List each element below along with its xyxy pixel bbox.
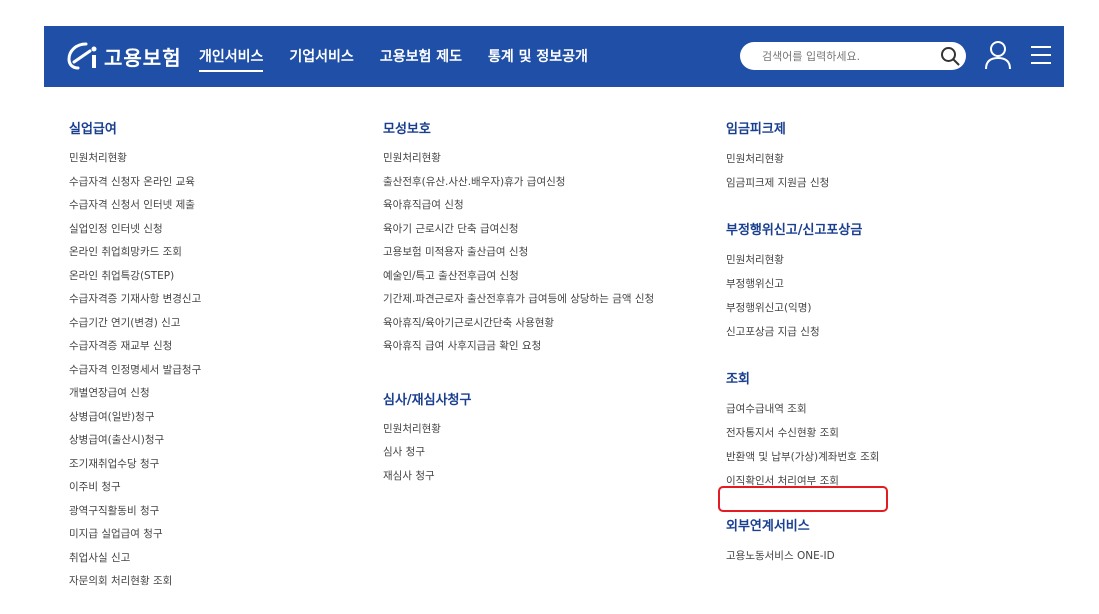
search-input[interactable] [760,48,934,64]
search-box [740,42,966,70]
highlight-box [718,486,888,512]
nav-insurance-system[interactable]: 고용보험 제도 [380,46,462,72]
menu-group: 모성보호민원처리현황 출산전후(유산.사산.배우자)휴가 급여신청 육아휴직급여 신… [383,118,654,359]
logo[interactable]: 고용보험 [66,40,182,72]
menu-link[interactable]: 민원처리현황 [383,147,654,171]
nav-statistics[interactable]: 통계 및 정보공개 [488,46,588,72]
menu-link[interactable]: 개별연장급여 신청 [69,382,201,406]
menu-group: 임금피크제민원처리현황 임금피크제 지원금 신청 [726,118,879,195]
menu-group-title[interactable]: 모성보호 [383,118,654,137]
menu-link[interactable]: 온라인 취업특강(STEP) [69,265,201,289]
menu-link[interactable]: 심사 청구 [383,441,654,465]
menu-column-3: 임금피크제 민원처리현황 임금피크제 지원금 신청 부정행위신고/신고포상금 민원처리현… [726,118,879,588]
menu-link[interactable]: 수급자격 신청자 온라인 교육 [69,171,201,195]
hamburger-menu-icon[interactable] [1028,42,1054,68]
menu-group-title[interactable]: 조회 [726,368,879,387]
menu-link[interactable]: 광역구직활동비 청구 [69,500,201,524]
menu-link[interactable]: 부정행위신고 [726,272,879,296]
menu-link[interactable]: 기간제.파견근로자 출산전후휴가 급여등에 상당하는 금액 신청 [383,288,654,312]
menu-link[interactable]: 육아기 근로시간 단축 급여신청 [383,218,654,242]
menu-group: 부정행위신고/신고포상금민원처리현황 부정행위신고 부정행위신고(익명) 신고포상금 … [726,219,879,344]
menu-link[interactable]: 상병급여(일반)청구 [69,406,201,430]
menu-link[interactable]: 민원처리현황 [69,147,201,171]
menu-group-title[interactable]: 임금피크제 [726,118,879,137]
nav-personal-service[interactable]: 개인서비스 [199,46,264,72]
menu-link[interactable]: 수급기간 연기(변경) 신고 [69,312,201,336]
menu-link[interactable]: 수급자격증 재교부 신청 [69,335,201,359]
menu-link[interactable]: 출산전후(유산.사산.배우자)휴가 급여신청 [383,171,654,195]
site-header: 고용보험 개인서비스 기업서비스 고용보험 제도 통계 및 정보공개 [44,26,1064,87]
menu-link[interactable]: 상병급여(출산시)청구 [69,429,201,453]
menu-link[interactable]: 재심사 청구 [383,465,654,489]
menu-link[interactable]: 급여수급내역 조회 [726,397,879,421]
menu-link[interactable]: 수급자격증 기재사항 변경신고 [69,288,201,312]
menu-group: 심사/재심사청구민원처리현황 심사 청구 재심사 청구 [383,389,654,489]
menu-link[interactable]: 수급자격 신청서 인터넷 제출 [69,194,201,218]
menu-link[interactable]: 취업사실 신고 [69,547,201,571]
menu-group: 조회급여수급내역 조회 전자통지서 수신현황 조회 반환액 및 납부(가상)계좌번호… [726,368,879,493]
menu-group-title[interactable]: 실업급여 [69,118,201,137]
nav-business-service[interactable]: 기업서비스 [289,46,353,72]
menu-link[interactable]: 미지급 실업급여 청구 [69,523,201,547]
menu-group-title[interactable]: 심사/재심사청구 [383,389,654,408]
menu-link[interactable]: 실업인정 인터넷 신청 [69,218,201,242]
menu-link[interactable]: 반환액 및 납부(가상)계좌번호 조회 [726,445,879,469]
menu-link[interactable]: 고용보험 미적용자 출산급여 신청 [383,241,654,265]
menu-link[interactable]: 전자통지서 수신현황 조회 [726,421,879,445]
menu-link[interactable]: 민원처리현황 [383,418,654,442]
menu-group-title[interactable]: 외부연계서비스 [726,515,879,534]
main-nav: 개인서비스 기업서비스 고용보험 제도 통계 및 정보공개 [199,46,588,72]
menu-link[interactable]: 육아휴직급여 신청 [383,194,654,218]
menu-link[interactable]: 예술인/특고 출산전후급여 신청 [383,265,654,289]
logo-icon [67,42,97,70]
menu-link[interactable]: 이주비 청구 [69,476,201,500]
menu-link[interactable]: 민원처리현황 [726,147,879,171]
menu-group-title[interactable]: 부정행위신고/신고포상금 [726,219,879,238]
search-icon[interactable] [940,46,960,66]
menu-link[interactable]: 부정행위신고(익명) [726,296,879,320]
menu-link[interactable]: 민원처리현황 [726,248,879,272]
menu-group: 외부연계서비스고용노동서비스 ONE-ID [726,515,879,568]
user-icon[interactable] [984,40,1012,70]
menu-link[interactable]: 육아휴직/육아기근로시간단축 사용현황 [383,312,654,336]
menu-link[interactable]: 고용노동서비스 ONE-ID [726,544,879,568]
menu-group: 실업급여민원처리현황 수급자격 신청자 온라인 교육 수급자격 신청서 인터넷 제출… [69,118,201,594]
menu-column-2: 모성보호 민원처리현황 출산전후(유산.사산.배우자)휴가 급여신청 육아휴직급여 신… [383,118,654,508]
menu-link[interactable]: 육아휴직 급여 사후지급금 확인 요청 [383,335,654,359]
menu-link[interactable]: 온라인 취업희망카드 조회 [69,241,201,265]
menu-link[interactable]: 임금피크제 지원금 신청 [726,171,879,195]
menu-link[interactable]: 조기재취업수당 청구 [69,453,201,477]
menu-link[interactable]: 자문의회 처리현황 조회 [69,570,201,594]
logo-text: 고용보험 [104,45,182,70]
menu-link[interactable]: 수급자격 인정명세서 발급청구 [69,359,201,383]
menu-link[interactable]: 신고포상금 지급 신청 [726,320,879,344]
menu-column-1: 실업급여민원처리현황 수급자격 신청자 온라인 교육 수급자격 신청서 인터넷 제출… [69,118,201,614]
